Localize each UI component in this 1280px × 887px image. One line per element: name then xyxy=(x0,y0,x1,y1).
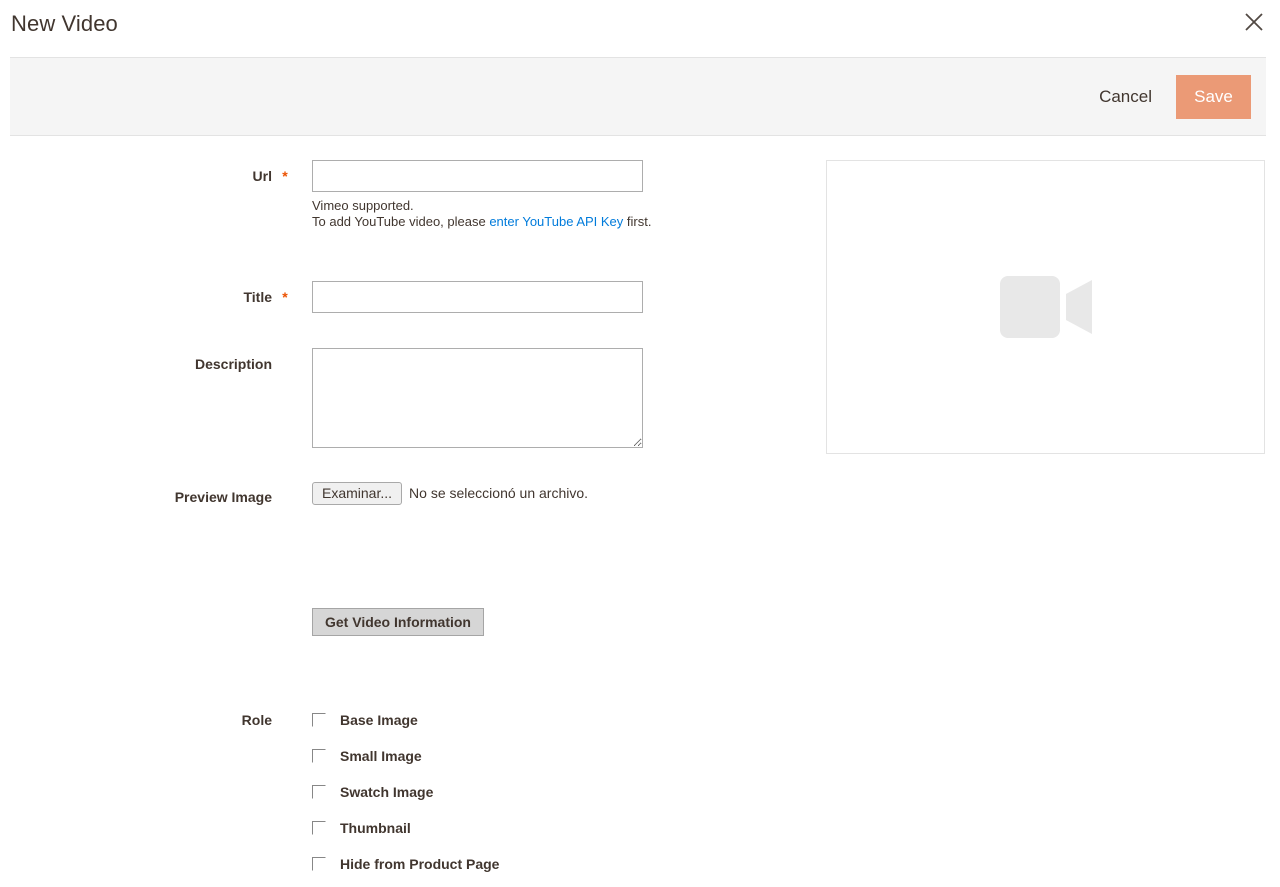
url-label: Url xyxy=(252,168,272,184)
checkbox-base-image[interactable] xyxy=(312,713,326,727)
role-option-label: Thumbnail xyxy=(340,820,411,836)
field-row-get-info: Get Video Information xyxy=(0,608,484,636)
toolbar-actions: Cancel Save xyxy=(1093,58,1251,135)
preview-image-control: Examinar... No se seleccionó un archivo. xyxy=(312,481,588,505)
description-label: Description xyxy=(194,356,272,372)
url-control: Vimeo supported. To add YouTube video, p… xyxy=(312,160,651,230)
checkbox-hide-from-product-page[interactable] xyxy=(312,857,326,871)
description-textarea[interactable] xyxy=(312,348,643,448)
role-option-label: Base Image xyxy=(340,712,418,728)
url-input[interactable] xyxy=(312,160,643,192)
description-control xyxy=(312,348,643,448)
youtube-api-key-link[interactable]: enter YouTube API Key xyxy=(489,214,623,229)
field-row-url: Url * Vimeo supported. To add YouTube vi… xyxy=(0,160,651,230)
close-button[interactable] xyxy=(1239,7,1269,37)
role-option-small-image[interactable]: Small Image xyxy=(312,738,499,774)
field-row-preview-image: Preview Image Examinar... No se seleccio… xyxy=(0,481,588,513)
close-icon xyxy=(1239,7,1269,37)
video-preview-panel xyxy=(826,160,1265,454)
role-option-label: Small Image xyxy=(340,748,422,764)
role-label: Role xyxy=(241,712,272,728)
field-row-role: Role Base Image Small Image Swatch Image xyxy=(0,702,500,882)
get-video-information-button[interactable]: Get Video Information xyxy=(312,608,484,636)
video-camera-icon xyxy=(999,276,1092,338)
file-chosen-label: No se seleccionó un archivo. xyxy=(409,485,589,501)
cancel-button[interactable]: Cancel xyxy=(1093,87,1158,107)
role-option-hide-from-product-page[interactable]: Hide from Product Page xyxy=(312,846,499,882)
field-row-description: Description xyxy=(0,348,643,448)
browse-file-button[interactable]: Examinar... xyxy=(312,481,403,505)
get-info-control: Get Video Information xyxy=(312,608,484,636)
role-option-thumbnail[interactable]: Thumbnail xyxy=(312,810,499,846)
role-option-swatch-image[interactable]: Swatch Image xyxy=(312,774,499,810)
role-option-label: Hide from Product Page xyxy=(340,856,500,872)
checkbox-thumbnail[interactable] xyxy=(312,821,326,835)
title-control xyxy=(312,281,643,313)
role-option-base-image[interactable]: Base Image xyxy=(312,702,499,738)
save-button[interactable]: Save xyxy=(1176,74,1251,119)
url-required-mark: * xyxy=(282,168,288,184)
preview-image-label: Preview Image xyxy=(174,489,272,505)
modal-body: Url * Vimeo supported. To add YouTube vi… xyxy=(0,136,1266,887)
checkbox-small-image[interactable] xyxy=(312,749,326,763)
new-video-modal: New Video Cancel Save Url * Vimeo suppor… xyxy=(0,0,1280,887)
url-note-suffix: first. xyxy=(623,214,652,229)
url-note-line2: To add YouTube video, please enter YouTu… xyxy=(312,214,651,230)
title-label: Title xyxy=(243,289,272,305)
url-note-prefix: To add YouTube video, please xyxy=(312,214,490,229)
modal-title-bar: New Video xyxy=(0,0,1266,57)
file-input-row: Examinar... No se seleccionó un archivo. xyxy=(312,481,588,505)
checkbox-swatch-image[interactable] xyxy=(312,785,326,799)
role-option-label: Swatch Image xyxy=(340,784,434,800)
title-input[interactable] xyxy=(312,281,643,313)
title-required-mark: * xyxy=(282,289,288,305)
field-row-title: Title * xyxy=(0,281,643,313)
url-note-line1: Vimeo supported. xyxy=(312,198,414,213)
page-title: New Video xyxy=(11,11,118,36)
modal-action-toolbar: Cancel Save xyxy=(10,57,1266,136)
role-option-list: Base Image Small Image Swatch Image Thum… xyxy=(312,702,499,882)
url-note: Vimeo supported. To add YouTube video, p… xyxy=(312,198,651,230)
